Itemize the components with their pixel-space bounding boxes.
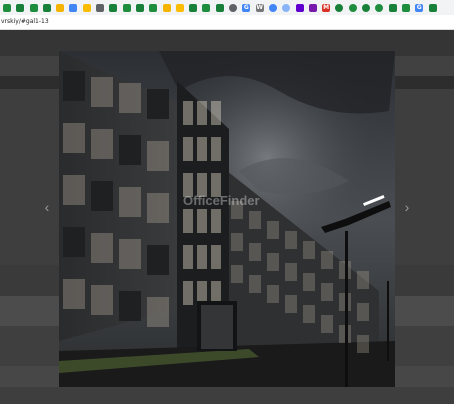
building-window bbox=[285, 231, 297, 249]
building-window bbox=[91, 233, 113, 263]
building-window bbox=[267, 253, 279, 271]
building-window bbox=[267, 221, 279, 239]
building-window bbox=[303, 273, 315, 291]
tower-light-panel bbox=[197, 101, 207, 125]
chrome-icon[interactable] bbox=[229, 3, 238, 12]
building-window bbox=[119, 239, 141, 269]
ring-icon[interactable] bbox=[348, 3, 357, 12]
building-window bbox=[357, 335, 369, 353]
url-text[interactable]: vrskiy/#gal1-13 bbox=[1, 18, 49, 25]
sheets-icon[interactable] bbox=[428, 3, 437, 12]
building-window bbox=[91, 285, 113, 315]
building-window bbox=[303, 305, 315, 323]
watermark: OfficeFinder bbox=[183, 193, 260, 208]
bookmarks-bar: GWMG bbox=[0, 0, 454, 15]
tower-light-panel bbox=[211, 245, 221, 269]
planet-icon[interactable] bbox=[268, 3, 277, 12]
onenote-icon[interactable] bbox=[308, 3, 317, 12]
building-window bbox=[119, 83, 141, 113]
building-window bbox=[321, 315, 333, 333]
building-window bbox=[267, 285, 279, 303]
building-window bbox=[321, 283, 333, 301]
building-window bbox=[91, 129, 113, 159]
building-window bbox=[119, 291, 141, 321]
building-window bbox=[231, 233, 243, 251]
sheets-icon[interactable] bbox=[135, 3, 144, 12]
prev-arrow-icon[interactable]: ‹ bbox=[40, 190, 54, 224]
bookmark-icon[interactable] bbox=[69, 3, 78, 12]
building-window bbox=[91, 181, 113, 211]
building-window bbox=[285, 263, 297, 281]
building-window bbox=[147, 245, 169, 275]
google-icon[interactable]: G bbox=[242, 3, 251, 12]
building-window bbox=[285, 295, 297, 313]
sheets-icon[interactable] bbox=[16, 3, 25, 12]
building-window bbox=[119, 187, 141, 217]
sheets-icon[interactable] bbox=[215, 3, 224, 12]
ring-icon[interactable] bbox=[362, 3, 371, 12]
building-window bbox=[303, 241, 315, 259]
chart-icon[interactable] bbox=[56, 3, 65, 12]
slides-icon[interactable] bbox=[175, 3, 184, 12]
globe-icon[interactable] bbox=[282, 3, 291, 12]
building-window bbox=[147, 297, 169, 327]
tower-light-panel bbox=[183, 245, 193, 269]
google-icon[interactable]: G bbox=[415, 3, 424, 12]
building-window bbox=[147, 89, 169, 119]
building-window bbox=[91, 77, 113, 107]
yahoo-icon[interactable] bbox=[295, 3, 304, 12]
sheets-icon[interactable] bbox=[109, 3, 118, 12]
tower-light-panel bbox=[183, 101, 193, 125]
building-window bbox=[249, 243, 261, 261]
gallery-image[interactable]: OfficeFinder bbox=[59, 51, 395, 387]
tower-light-panel bbox=[183, 137, 193, 161]
tower-light-panel bbox=[211, 101, 221, 125]
tower-light-panel bbox=[197, 245, 207, 269]
building-window bbox=[249, 275, 261, 293]
building-window bbox=[249, 211, 261, 229]
gallery-page: ‹ › OfficeFinder bbox=[0, 30, 454, 404]
tower-light-panel bbox=[183, 281, 193, 305]
building-window bbox=[321, 251, 333, 269]
sheets-icon[interactable] bbox=[3, 3, 11, 12]
building-window bbox=[357, 303, 369, 321]
sheets-icon[interactable] bbox=[189, 3, 198, 12]
building-window bbox=[63, 175, 85, 205]
site-menu bbox=[0, 39, 454, 45]
building-window bbox=[147, 193, 169, 223]
sheets-icon[interactable] bbox=[202, 3, 211, 12]
next-thumbnail[interactable] bbox=[395, 89, 454, 265]
sheets-icon[interactable] bbox=[388, 3, 397, 12]
building-window bbox=[231, 265, 243, 283]
building-window bbox=[63, 279, 85, 309]
tower-light-panel bbox=[183, 209, 193, 233]
sheets-icon[interactable] bbox=[149, 3, 158, 12]
sheets-icon[interactable] bbox=[122, 3, 131, 12]
tower-light-panel bbox=[211, 137, 221, 161]
gallery-bottom-bar bbox=[0, 387, 454, 404]
ring-icon[interactable] bbox=[335, 3, 344, 12]
building-photo bbox=[59, 51, 395, 387]
next-arrow-icon[interactable]: › bbox=[400, 190, 414, 224]
wikipedia-icon[interactable]: W bbox=[255, 3, 264, 12]
previous-thumbnail[interactable] bbox=[0, 89, 59, 265]
gmail-icon[interactable]: M bbox=[322, 3, 331, 12]
sheets-icon[interactable] bbox=[401, 3, 410, 12]
building-window bbox=[63, 123, 85, 153]
building-window bbox=[63, 227, 85, 257]
tower-light-panel bbox=[211, 209, 221, 233]
link-icon[interactable] bbox=[96, 3, 105, 12]
address-bar[interactable]: vrskiy/#gal1-13 bbox=[0, 15, 454, 30]
ring-icon[interactable] bbox=[375, 3, 384, 12]
building-window bbox=[147, 141, 169, 171]
building-window bbox=[119, 135, 141, 165]
slides-icon[interactable] bbox=[162, 3, 171, 12]
building-window bbox=[357, 271, 369, 289]
tower-light-panel bbox=[197, 209, 207, 233]
tower-light-panel bbox=[197, 137, 207, 161]
sheets-icon[interactable] bbox=[29, 3, 38, 12]
building-window bbox=[63, 71, 85, 101]
drive-icon[interactable] bbox=[82, 3, 91, 12]
sheets-icon[interactable] bbox=[42, 3, 51, 12]
